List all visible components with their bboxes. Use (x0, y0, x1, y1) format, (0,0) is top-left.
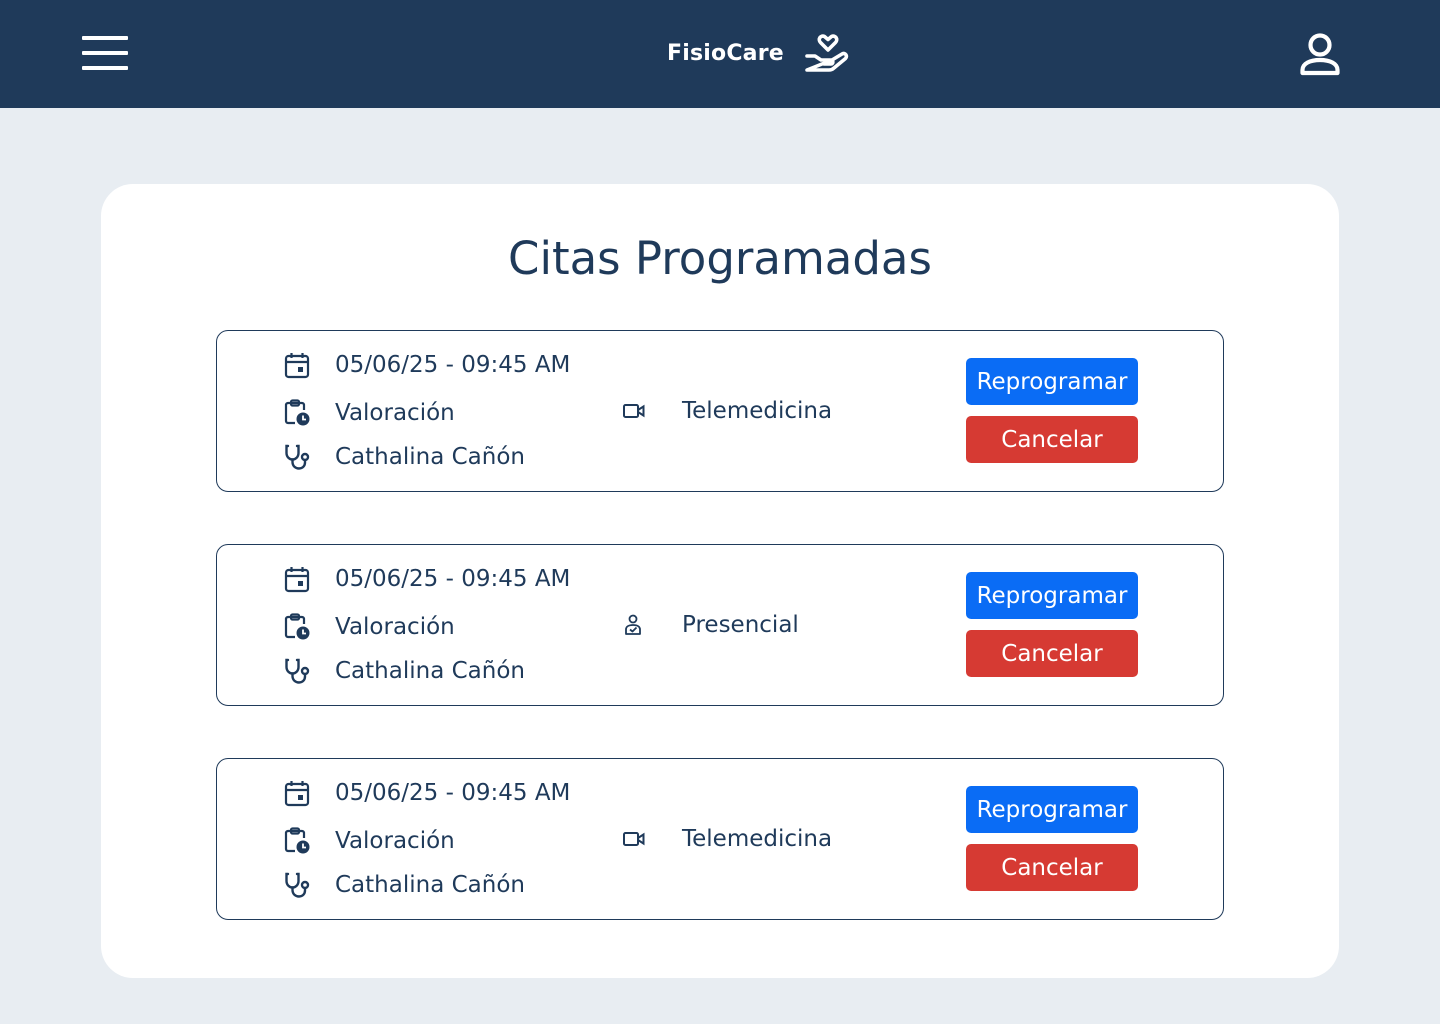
appointment-datetime: 05/06/25 - 09:45 AM (335, 352, 571, 378)
appointment-therapist: Cathalina Cañón (335, 444, 525, 470)
clipboard-clock-icon (283, 613, 311, 641)
appointment-therapist: Cathalina Cañón (335, 658, 525, 684)
appointment-mode-row: Presencial (620, 610, 799, 640)
appointment-datetime: 05/06/25 - 09:45 AM (335, 780, 571, 806)
appointment-type: Valoración (335, 614, 455, 640)
menu-button[interactable] (82, 36, 128, 70)
cancel-button[interactable]: Cancelar (966, 844, 1138, 891)
appointment-mode: Telemedicina (682, 826, 833, 852)
appointment-datetime-row: 05/06/25 - 09:45 AM (283, 778, 570, 808)
stethoscope-icon (283, 443, 311, 471)
appointment-datetime: 05/06/25 - 09:45 AM (335, 566, 571, 592)
appointment-type: Valoración (335, 400, 455, 426)
user-icon[interactable] (1296, 30, 1344, 78)
appointment-datetime-row: 05/06/25 - 09:45 AM (283, 564, 570, 594)
hand-heart-icon (805, 34, 849, 72)
appointment-therapist-row: Cathalina Cañón (283, 656, 525, 686)
stethoscope-icon (283, 657, 311, 685)
reschedule-button[interactable]: Reprogramar (966, 786, 1138, 833)
calendar-icon (283, 565, 311, 593)
video-icon (620, 825, 648, 853)
appointment-mode: Telemedicina (682, 398, 833, 424)
clipboard-clock-icon (283, 399, 311, 427)
stethoscope-icon (283, 871, 311, 899)
appointment-datetime-row: 05/06/25 - 09:45 AM (283, 350, 570, 380)
clipboard-clock-icon (283, 827, 311, 855)
page-title: Citas Programadas (508, 232, 932, 285)
calendar-icon (283, 779, 311, 807)
appointment-type-row: Valoración (283, 398, 455, 428)
appointment-therapist-row: Cathalina Cañón (283, 870, 525, 900)
reschedule-button[interactable]: Reprogramar (966, 358, 1138, 405)
menu-icon-line (82, 66, 128, 70)
appointment-mode-row: Telemedicina (620, 396, 832, 426)
menu-icon-line (82, 36, 128, 40)
calendar-icon (283, 351, 311, 379)
appointment-therapist: Cathalina Cañón (335, 872, 525, 898)
appointment-card: 05/06/25 - 09:45 AM Valoración Cathalina… (216, 330, 1224, 492)
appointment-therapist-row: Cathalina Cañón (283, 442, 525, 472)
brand[interactable]: FisioCare (667, 30, 852, 76)
top-bar: FisioCare (0, 0, 1440, 108)
appointment-mode: Presencial (682, 612, 799, 638)
appointment-card: 05/06/25 - 09:45 AM Valoración Cathalina… (216, 544, 1224, 706)
appointment-type: Valoración (335, 828, 455, 854)
appointment-mode-row: Telemedicina (620, 824, 832, 854)
reschedule-button[interactable]: Reprogramar (966, 572, 1138, 619)
appointment-type-row: Valoración (283, 826, 455, 856)
in-person-icon (620, 611, 648, 639)
video-icon (620, 397, 648, 425)
cancel-button[interactable]: Cancelar (966, 416, 1138, 463)
appointment-type-row: Valoración (283, 612, 455, 642)
brand-name: FisioCare (667, 40, 784, 66)
menu-icon-line (82, 51, 128, 55)
appointment-card: 05/06/25 - 09:45 AM Valoración Cathalina… (216, 758, 1224, 920)
cancel-button[interactable]: Cancelar (966, 630, 1138, 677)
